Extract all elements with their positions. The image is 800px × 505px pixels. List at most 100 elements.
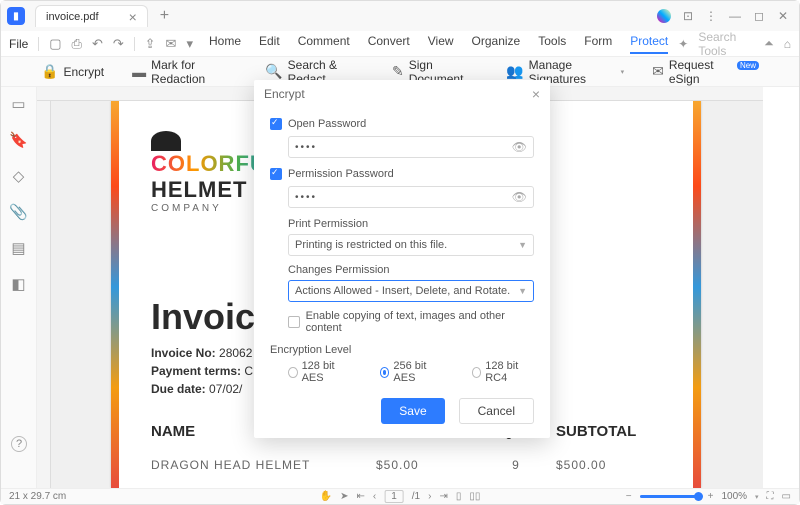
dialog-close-icon[interactable]: × [532, 86, 540, 102]
chevron-down-icon: ▼ [518, 240, 527, 250]
fields-icon[interactable]: ▤ [11, 239, 25, 257]
encryption-option-2[interactable]: 128 bit RC4 [472, 360, 534, 384]
titlebar: ▮ invoice.pdf × + ⊡ ⋮ — ◻ ✕ [1, 1, 799, 31]
permission-password-checkbox[interactable] [270, 168, 282, 180]
bookmarks-icon[interactable]: 🔖 [9, 131, 28, 149]
search-tools-input[interactable]: Search Tools [698, 30, 754, 58]
tab-form[interactable]: Form [584, 34, 612, 54]
star-icon[interactable]: ✦ [678, 37, 688, 51]
encrypt-dialog: Encrypt × Open Password ••••👁 Permission… [254, 80, 550, 438]
cancel-button[interactable]: Cancel [459, 398, 534, 424]
toolbar-label: Request eSign [669, 58, 732, 86]
tab-home[interactable]: Home [209, 34, 241, 54]
mail-icon[interactable]: ✉ [166, 36, 177, 52]
radio-dot [288, 367, 298, 378]
lock-icon: 🔒 [41, 63, 58, 80]
redact-icon: ▬ [132, 64, 146, 80]
tab-protect[interactable]: Protect [630, 34, 668, 54]
tab-comment[interactable]: Comment [298, 34, 350, 54]
dialog-title: Encrypt [264, 87, 305, 101]
print-permission-label: Print Permission [288, 218, 534, 230]
permission-password-input[interactable]: ••••👁 [288, 186, 534, 208]
read-mode-icon[interactable]: ▭ [782, 491, 791, 502]
radio-dot [472, 367, 482, 378]
enable-copying-checkbox[interactable] [288, 316, 300, 328]
window-controls: ⊡ ⋮ — ◻ ✕ [657, 9, 799, 23]
request-esign-button[interactable]: ✉ Request eSign New [652, 58, 759, 86]
open-password-input[interactable]: ••••👁 [288, 136, 534, 158]
invoice-meta: Invoice No: 28062 Payment terms: C Due d… [151, 344, 253, 398]
feedback-icon[interactable]: ⊡ [683, 9, 693, 23]
pen-icon: ✎ [392, 63, 404, 80]
open-password-checkbox[interactable] [270, 118, 282, 130]
table-row: DRAGON HEAD HELMET $50.00 9 $500.00 [151, 458, 661, 472]
save-button[interactable]: Save [381, 398, 444, 424]
encrypt-button[interactable]: 🔒Encrypt [41, 63, 104, 80]
eye-icon[interactable]: 👁 [512, 190, 527, 204]
hand-tool-icon[interactable]: ✋ [320, 491, 332, 502]
dropdown-icon[interactable]: ▾ [186, 36, 193, 52]
redo-icon[interactable]: ↷ [113, 36, 124, 52]
left-rail: ▭ 🔖 ◇ 📎 ▤ ◧ [1, 87, 37, 490]
home-icon[interactable]: ⌂ [784, 37, 791, 51]
maximize-button[interactable]: ◻ [753, 9, 765, 23]
esign-icon: ✉ [652, 63, 664, 80]
zoom-slider[interactable] [640, 495, 700, 498]
minimize-button[interactable]: — [729, 9, 741, 23]
zoom-in-icon[interactable]: + [708, 491, 714, 502]
fit-page-icon[interactable]: ⛶ [767, 491, 774, 502]
helmet-icon [151, 131, 181, 151]
attachments-icon[interactable]: 📎 [9, 203, 28, 221]
close-window-button[interactable]: ✕ [777, 9, 789, 23]
zoom-value[interactable]: 100% [721, 491, 747, 502]
encryption-option-1[interactable]: 256 bit AES [380, 360, 442, 384]
tab-edit[interactable]: Edit [259, 34, 280, 54]
layers-icon[interactable]: ◇ [13, 167, 25, 185]
undo-icon[interactable]: ↶ [92, 36, 103, 52]
changes-permission-label: Changes Permission [288, 264, 534, 276]
zoom-out-icon[interactable]: − [626, 491, 632, 502]
page-total: /1 [412, 491, 420, 502]
eye-icon[interactable]: 👁 [512, 140, 527, 154]
prev-page-icon[interactable]: ‹ [373, 491, 376, 502]
mark-for-redaction-button[interactable]: ▬ Mark for Redaction [132, 58, 237, 86]
document-tab[interactable]: invoice.pdf × [35, 5, 148, 27]
tab-label: invoice.pdf [46, 11, 99, 23]
nav-icon[interactable]: ◧ [11, 275, 25, 293]
status-bar: 21 x 29.7 cm ✋ ➤ ⇤ ‹ 1 /1 › ⇥ ▯ ▯▯ − + 1… [1, 488, 799, 504]
print-permission-select[interactable]: Printing is restricted on this file.▼ [288, 234, 534, 256]
more-icon[interactable]: ⋮ [705, 9, 717, 23]
page-number-input[interactable]: 1 [384, 490, 404, 503]
cloud-icon[interactable]: ⏶ [764, 36, 774, 51]
save-icon[interactable]: ▢ [49, 36, 61, 52]
first-page-icon[interactable]: ⇤ [356, 491, 364, 502]
page-dimensions: 21 x 29.7 cm [9, 491, 66, 502]
next-page-icon[interactable]: › [428, 491, 431, 502]
select-tool-icon[interactable]: ➤ [340, 491, 348, 502]
print-icon[interactable]: ⎙ [72, 36, 82, 52]
new-badge: New [737, 61, 759, 70]
tab-view[interactable]: View [428, 34, 454, 54]
tab-convert[interactable]: Convert [368, 34, 410, 54]
toolbar-label: Mark for Redaction [151, 58, 237, 86]
changes-permission-select[interactable]: Actions Allowed - Insert, Delete, and Ro… [288, 280, 534, 302]
chevron-down-icon: ▼ [518, 286, 527, 296]
thumbnails-icon[interactable]: ▭ [11, 95, 25, 113]
help-button[interactable]: ? [11, 436, 27, 452]
tab-organize[interactable]: Organize [472, 34, 521, 54]
layout-icon[interactable]: ▯ [456, 491, 462, 502]
open-password-label: Open Password [288, 118, 366, 130]
new-tab-button[interactable]: + [160, 7, 169, 25]
ruler-vertical [37, 101, 51, 488]
radio-label: 128 bit RC4 [485, 360, 534, 384]
layout2-icon[interactable]: ▯▯ [469, 491, 480, 502]
share-icon[interactable]: ⇪ [145, 36, 156, 52]
file-menu[interactable]: File [9, 37, 28, 51]
tab-tools[interactable]: Tools [538, 34, 566, 54]
menubar: File ▢ ⎙ ↶ ↷ ⇪ ✉ ▾ Home Edit Comment Conver… [1, 31, 799, 57]
last-page-icon[interactable]: ⇥ [439, 491, 447, 502]
encryption-option-0[interactable]: 128 bit AES [288, 360, 350, 384]
col-subtotal: SUBTOTAL [556, 423, 661, 440]
close-tab-icon[interactable]: × [129, 9, 137, 25]
profile-icon[interactable] [657, 9, 671, 23]
